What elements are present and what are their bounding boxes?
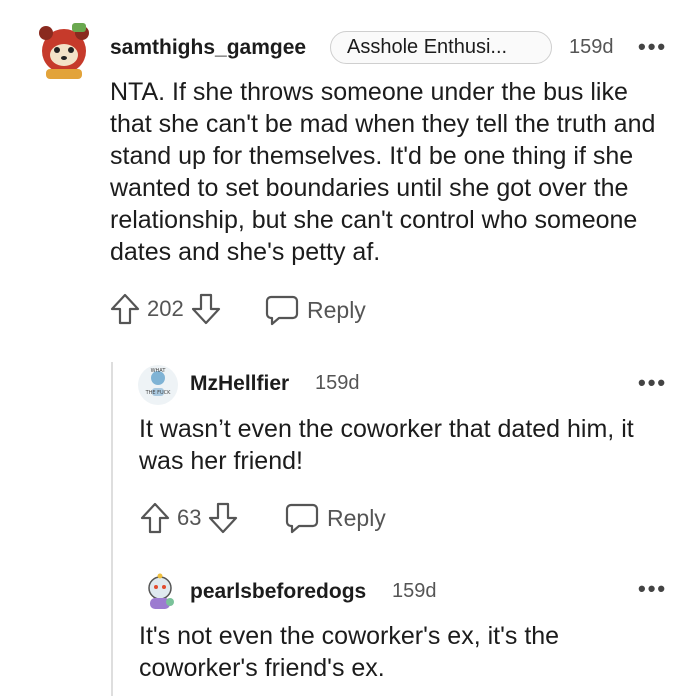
vote-bar: 63 [139,501,239,535]
more-options-button[interactable]: ••• [638,576,667,602]
snoo-avatar-icon[interactable] [140,572,180,612]
svg-text:WHAT: WHAT [151,368,167,374]
what-the-fuck-avatar-icon[interactable]: WHAT THE FUCK [137,364,179,406]
upvote-icon[interactable] [109,292,141,326]
user-flair-badge: Asshole Enthusi... [330,31,552,64]
comment-body: It's not even the coworker's ex, it's th… [139,622,560,682]
comment-body: It wasn’t even the coworker that dated h… [139,415,634,475]
more-options-button[interactable]: ••• [638,370,667,396]
reply-label: Reply [327,504,386,531]
thread-line[interactable] [111,362,113,696]
red-panda-avatar-icon[interactable] [32,17,96,81]
flair-label: Asshole Enthusi... [347,36,508,58]
reply-button[interactable]: Reply [285,502,386,534]
comment-age: 159d [315,372,360,394]
vote-score: 63 [177,505,202,530]
vote-score: 202 [147,296,184,321]
avatar-caption: THE FUCK [145,390,172,396]
reply-icon [265,294,299,326]
comment-username[interactable]: pearlsbeforedogs [190,580,366,604]
downvote-icon[interactable] [207,501,239,535]
more-options-button[interactable]: ••• [638,34,667,60]
comment-username[interactable]: samthighs_gamgee [110,36,306,60]
upvote-icon[interactable] [139,501,171,535]
reply-button[interactable]: Reply [265,294,366,326]
reply-icon [285,502,319,534]
reply-label: Reply [307,296,366,323]
comment-body: NTA. If she throws someone under the bus… [110,78,656,266]
vote-bar: 202 [109,292,222,326]
downvote-icon[interactable] [190,292,222,326]
comment-username[interactable]: MzHellfier [190,372,289,396]
comment-age: 159d [392,580,437,602]
comment-age: 159d [569,36,614,58]
